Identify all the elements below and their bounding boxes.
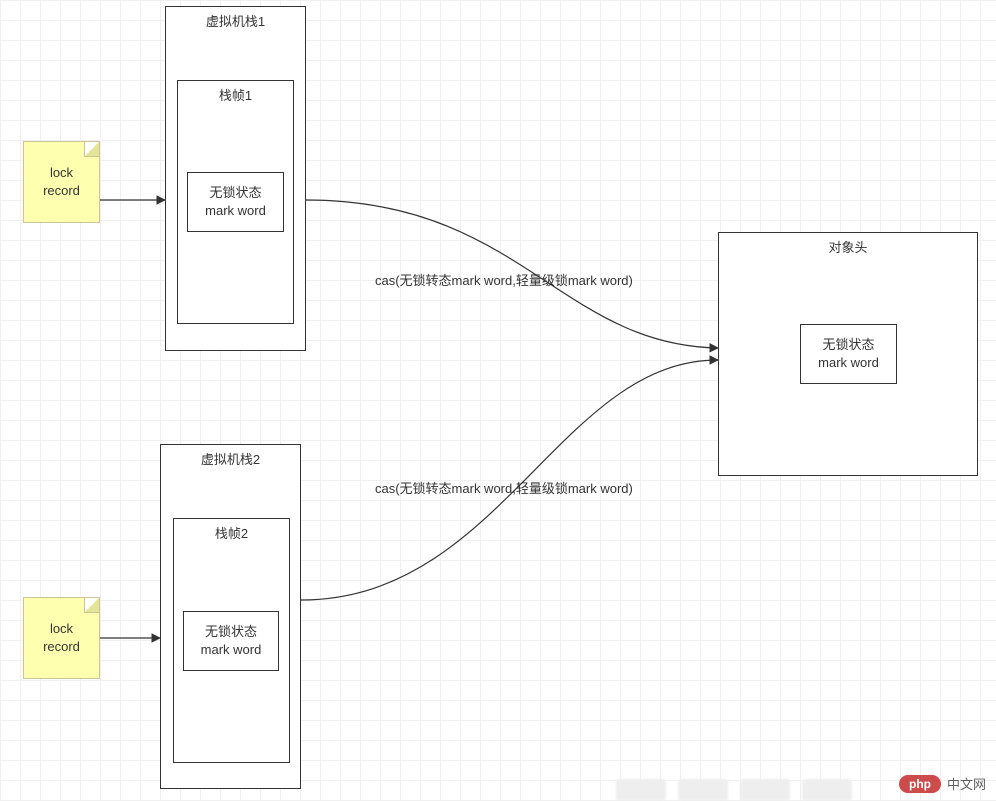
watermark: php 中文网: [899, 774, 986, 793]
note2-line2: record: [43, 638, 80, 656]
object-header-mark-word-line2: mark word: [818, 354, 879, 372]
lock-record-note-2: lock record: [23, 597, 100, 679]
vm-stack-2-title: 虚拟机栈2: [201, 451, 260, 469]
frame1-mark-word: 无锁状态 mark word: [187, 172, 284, 232]
edge-label-1: cas(无锁转态mark word,轻量级锁mark word): [375, 270, 633, 289]
frame1-mark-word-line1: 无锁状态: [209, 184, 261, 202]
lock-record-note-1: lock record: [23, 141, 100, 223]
frame1-mark-word-line2: mark word: [205, 202, 266, 220]
object-header-mark-word: 无锁状态 mark word: [800, 324, 897, 384]
note1-line2: record: [43, 182, 80, 200]
frame2-mark-word-line1: 无锁状态: [205, 623, 257, 641]
note1-line1: lock: [50, 164, 73, 182]
stack-frame-1-title: 栈帧1: [219, 87, 252, 105]
edge-label-2: cas(无锁转态mark word,轻量级锁mark word): [375, 478, 633, 497]
object-header-title: 对象头: [828, 239, 867, 257]
watermark-blur: [616, 765, 876, 801]
stack-frame-2-title: 栈帧2: [215, 525, 248, 543]
vm-stack-1-title: 虚拟机栈1: [206, 13, 265, 31]
note2-line1: lock: [50, 620, 73, 638]
frame2-mark-word: 无锁状态 mark word: [183, 611, 279, 671]
watermark-badge: php: [899, 775, 941, 793]
frame2-mark-word-line2: mark word: [201, 641, 262, 659]
object-header-mark-word-line1: 无锁状态: [822, 336, 874, 354]
watermark-text: 中文网: [947, 774, 986, 793]
